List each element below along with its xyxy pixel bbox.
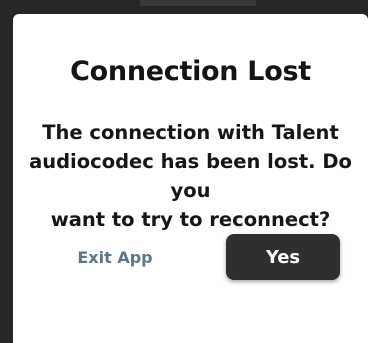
yes-button[interactable]: Yes [226, 234, 340, 280]
connection-lost-dialog: Connection Lost The connection with Tale… [13, 14, 368, 343]
dialog-message: The connection with Talent audiocodec ha… [29, 121, 352, 231]
exit-app-button[interactable]: Exit App [63, 234, 167, 280]
dialog-title: Connection Lost [70, 56, 311, 87]
backdrop-top-strip [140, 0, 256, 6]
